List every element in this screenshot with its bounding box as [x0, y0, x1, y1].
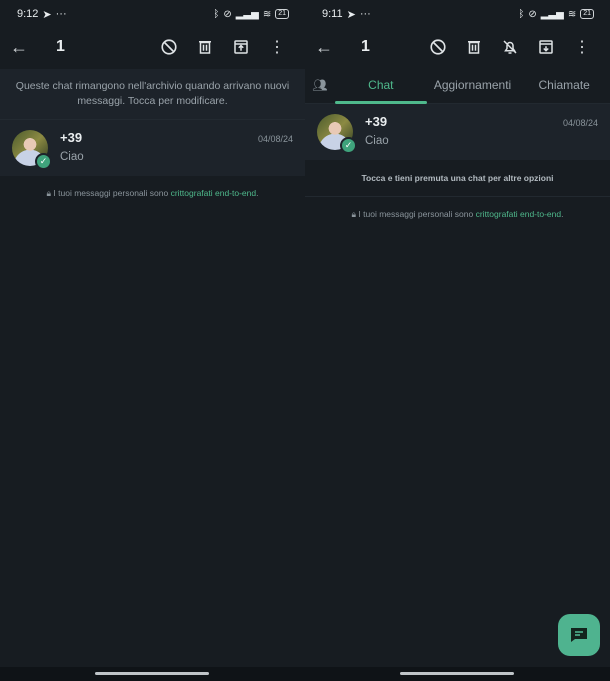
home-handle[interactable]	[95, 672, 209, 675]
clock: 9:12	[17, 8, 39, 20]
home-handle[interactable]	[400, 672, 514, 675]
gesture-bar	[0, 667, 305, 681]
long-press-hint: Tocca e tieni premuta una chat per altre…	[305, 160, 610, 197]
selection-appbar: ← 1 ⋮	[0, 28, 305, 66]
chat-name: +39	[365, 114, 388, 129]
encryption-link[interactable]: crittografati end-to-end	[476, 209, 562, 219]
archive-icon[interactable]	[528, 33, 564, 61]
chat-last-message: Ciao	[60, 151, 84, 163]
selected-count: 1	[56, 38, 65, 55]
block-icon[interactable]	[420, 33, 456, 61]
tab-chat[interactable]: Chat	[335, 66, 427, 104]
chats-screen: 9:11 ➤ ··· ᛒ ⊘ ▂▃▅ ≋ 21 ← 1 ⋮ 👥︎ Chat Ag…	[305, 0, 610, 681]
encryption-text: I tuoi messaggi personali sono	[53, 188, 171, 198]
check-icon: ✓	[340, 137, 357, 154]
wifi-icon: ≋	[567, 8, 577, 20]
trash-icon[interactable]	[187, 33, 223, 61]
unarchive-icon[interactable]	[223, 33, 259, 61]
battery-icon: 21	[275, 9, 289, 19]
selection-appbar: ← 1 ⋮	[305, 28, 610, 66]
encryption-notice: 🔒︎ I tuoi messaggi personali sono critto…	[305, 197, 610, 232]
bluetooth-icon: ᛒ	[213, 8, 220, 20]
send-icon: ➤	[346, 8, 356, 21]
archive-settings-banner[interactable]: Queste chat rimangono nell'archivio quan…	[0, 69, 305, 120]
block-icon[interactable]	[151, 33, 187, 61]
more-vert-icon[interactable]: ⋮	[259, 33, 295, 61]
status-bar: 9:12 ➤ ··· ᛒ ⊘ ▂▃▅ ≋ 21	[0, 0, 305, 28]
send-icon: ➤	[42, 8, 52, 21]
communities-icon[interactable]: 👥︎	[305, 78, 335, 92]
mute-icon[interactable]	[492, 33, 528, 61]
arrow-back-icon[interactable]: ←	[315, 37, 337, 58]
wifi-icon: ≋	[262, 8, 272, 20]
encryption-suffix: .	[256, 188, 259, 198]
chat-name: +39	[60, 130, 83, 145]
avatar: ✓	[317, 114, 357, 154]
signal-icon: ▂▃▅	[540, 8, 564, 20]
encryption-text: I tuoi messaggi personali sono	[358, 209, 476, 219]
new-chat-button[interactable]	[558, 614, 600, 656]
signal-icon: ▂▃▅	[235, 8, 259, 20]
lock-icon: 🔒︎	[46, 188, 52, 198]
trash-icon[interactable]	[456, 33, 492, 61]
tab-updates[interactable]: Aggiornamenti	[427, 66, 519, 104]
tab-bar: 👥︎ Chat Aggiornamenti Chiamate	[305, 66, 610, 104]
vibrate-off-icon: ⊘	[528, 8, 537, 20]
more-notifications: ···	[359, 8, 371, 20]
arrow-back-icon[interactable]: ←	[10, 37, 32, 58]
tab-calls[interactable]: Chiamate	[518, 66, 610, 104]
vibrate-off-icon: ⊘	[223, 8, 232, 20]
clock: 9:11	[322, 8, 343, 20]
chat-last-message: Ciao	[365, 135, 389, 147]
bluetooth-icon: ᛒ	[518, 8, 525, 20]
avatar: ✓	[12, 130, 52, 170]
new-chat-icon	[571, 628, 587, 642]
selected-count: 1	[361, 38, 370, 55]
chat-list-item[interactable]: ✓ +39 04/08/24 Ciao	[0, 120, 305, 176]
more-vert-icon[interactable]: ⋮	[564, 33, 600, 61]
battery-icon: 21	[580, 9, 594, 19]
encryption-notice: 🔒︎ I tuoi messaggi personali sono critto…	[0, 176, 305, 211]
more-notifications: ···	[55, 8, 67, 20]
gesture-bar	[305, 667, 610, 681]
status-bar: 9:11 ➤ ··· ᛒ ⊘ ▂▃▅ ≋ 21	[305, 0, 610, 28]
archived-chats-screen: 9:12 ➤ ··· ᛒ ⊘ ▂▃▅ ≋ 21 ← 1 ⋮ Queste cha…	[0, 0, 305, 681]
lock-icon: 🔒︎	[351, 209, 357, 219]
chat-date: 04/08/24	[257, 134, 293, 144]
encryption-link[interactable]: crittografati end-to-end	[171, 188, 257, 198]
chat-date: 04/08/24	[562, 118, 598, 128]
chat-list-item[interactable]: ✓ +39 04/08/24 Ciao	[305, 104, 610, 160]
encryption-suffix: .	[561, 209, 564, 219]
check-icon: ✓	[35, 153, 52, 170]
